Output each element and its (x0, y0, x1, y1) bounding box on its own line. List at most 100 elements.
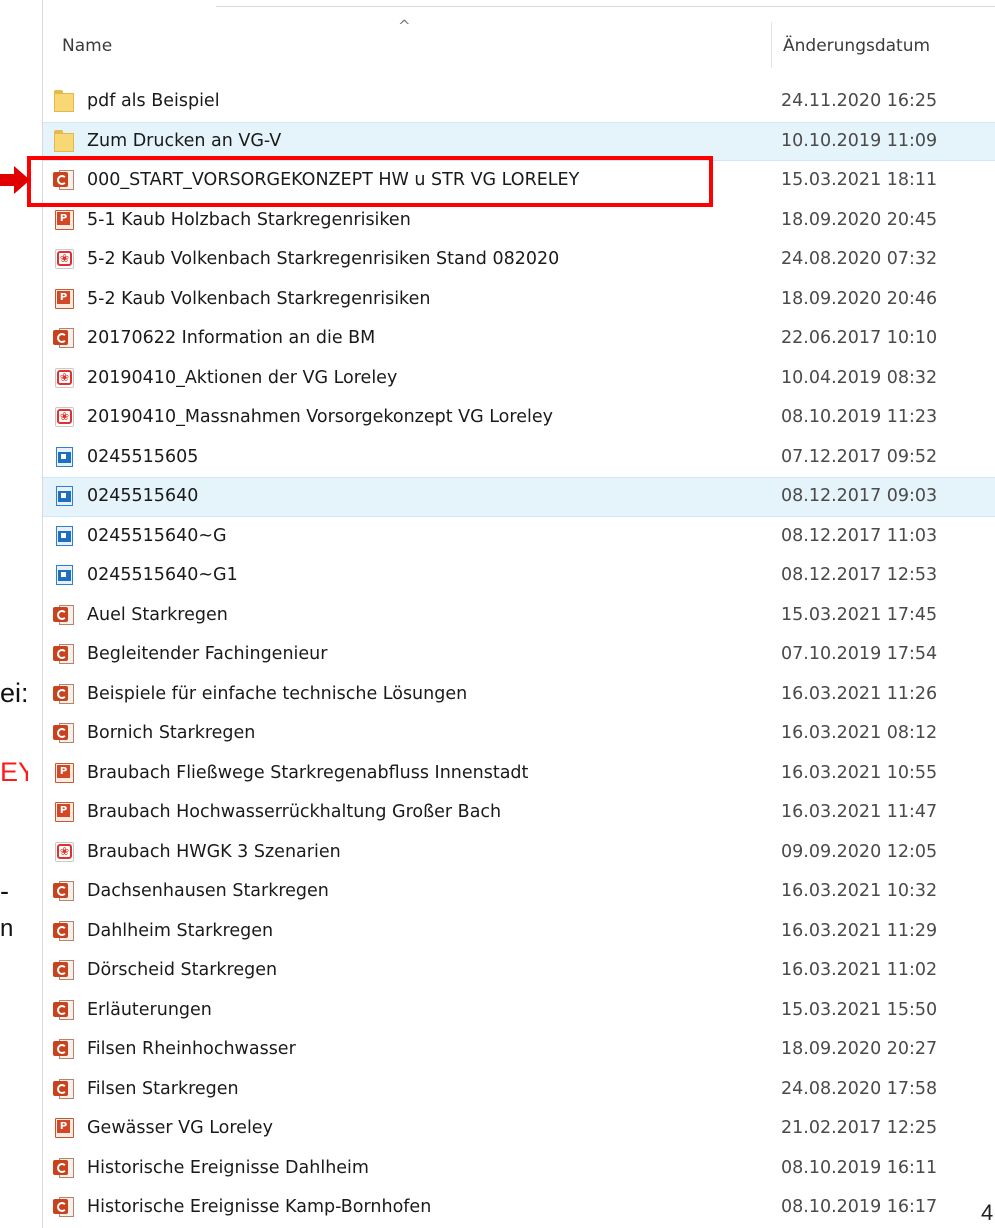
file-name[interactable]: Braubach Hochwasserrückhaltung Großer Ba… (87, 802, 501, 822)
powerpoint-icon: P (53, 801, 75, 823)
file-modified-date: 08.10.2019 16:17 (781, 1197, 938, 1217)
file-row[interactable]: Historische Ereignisse Kamp-Bornhofen 08.… (43, 1188, 995, 1228)
slide-text-fragment: - (0, 876, 9, 906)
file-name[interactable]: 0245515605 (87, 447, 198, 467)
slide-text-fragment: n (0, 915, 14, 942)
file-name[interactable]: Dachsenhausen Starkregen (87, 881, 329, 901)
column-separator[interactable] (771, 22, 772, 68)
file-row[interactable]: P Braubach Hochwasserrückhaltung Großer B… (43, 793, 995, 833)
file-modified-date: 16.03.2021 11:47 (781, 802, 938, 822)
file-name[interactable]: Dörscheid Starkregen (87, 960, 277, 980)
file-row[interactable]: 0245515640 08.12.2017 09:03 (43, 477, 995, 517)
file-name[interactable]: Filsen Rheinhochwasser (87, 1039, 296, 1059)
file-name[interactable]: 20170622 Information an die BM (87, 328, 375, 348)
powerpoint-icon: P (53, 1117, 75, 1139)
file-name[interactable]: 5-2 Kaub Volkenbach Starkregenrisiken St… (87, 249, 559, 269)
file-name[interactable]: Braubach Fließwege Starkregenabfluss Inn… (87, 763, 528, 783)
file-modified-date: 16.03.2021 11:26 (781, 683, 938, 704)
file-row[interactable]: P 5-2 Kaub Volkenbach Starkregenrisiken 18… (43, 280, 995, 320)
file-row[interactable]: Dachsenhausen Starkregen 16.03.2021 10:32 (43, 872, 995, 912)
file-row[interactable]: ❀ 20190410_Massnahmen Vorsorgekonzept VG … (43, 398, 995, 438)
toolbar-divider (216, 6, 995, 7)
file-name[interactable]: 0245515640 (87, 486, 198, 506)
file-name[interactable]: 0245515640~G (87, 526, 227, 546)
file-name[interactable]: Historische Ereignisse Dahlheim (87, 1158, 369, 1178)
file-name[interactable]: Auel Starkregen (87, 605, 228, 625)
pdf-icon: ❀ (53, 841, 75, 863)
file-row[interactable]: Beispiele für einfache technische Lösung… (43, 675, 995, 715)
blue-document-icon (53, 525, 75, 547)
file-row[interactable]: 20170622 Information an die BM 22.06.2017… (43, 319, 995, 359)
file-row[interactable]: Erläuterungen 15.03.2021 15:50 (43, 991, 995, 1031)
file-row[interactable]: Dahlheim Starkregen 16.03.2021 11:29 (43, 912, 995, 952)
powerpoint-icon: P (53, 762, 75, 784)
folder-icon (53, 90, 75, 112)
file-modified-date: 09.09.2020 12:05 (781, 841, 938, 862)
file-name[interactable]: 5-2 Kaub Volkenbach Starkregenrisiken (87, 289, 430, 309)
file-name[interactable]: Gewässer VG Loreley (87, 1118, 273, 1138)
file-row[interactable]: 0245515640~G 08.12.2017 11:03 (43, 517, 995, 557)
powerpoint-show-icon (53, 959, 75, 981)
file-modified-date: 07.12.2017 09:52 (781, 446, 938, 467)
powerpoint-show-icon (53, 1157, 75, 1179)
file-row[interactable]: 0245515605 07.12.2017 09:52 (43, 438, 995, 478)
powerpoint-show-icon (53, 643, 75, 665)
file-row[interactable]: P Gewässer VG Loreley 21.02.2017 12:25 (43, 1109, 995, 1149)
file-row[interactable]: P Braubach Fließwege Starkregenabfluss In… (43, 754, 995, 794)
file-name[interactable]: Braubach HWGK 3 Szenarien (87, 842, 341, 862)
file-name[interactable]: 20190410_Aktionen der VG Loreley (87, 368, 397, 388)
file-modified-date: 08.12.2017 12:53 (781, 565, 938, 585)
file-row[interactable]: ❀ Braubach HWGK 3 Szenarien 09.09.2020 12:… (43, 833, 995, 873)
file-row[interactable]: ❀ 20190410_Aktionen der VG Loreley 10.04.2… (43, 359, 995, 399)
file-name[interactable]: 0245515640~G1 (87, 565, 238, 585)
file-name[interactable]: Begleitender Fachingenieur (87, 644, 327, 664)
file-row[interactable]: ❀ 5-2 Kaub Volkenbach Starkregenrisiken S… (43, 240, 995, 280)
file-modified-date: 24.08.2020 07:32 (781, 249, 938, 269)
column-header-name[interactable]: Name (62, 36, 112, 56)
file-modified-date: 16.03.2021 11:29 (781, 920, 938, 941)
file-row[interactable]: Historische Ereignisse Dahlheim 08.10.201… (43, 1149, 995, 1189)
pdf-icon: ❀ (53, 248, 75, 270)
powerpoint-show-icon (53, 920, 75, 942)
file-modified-date: 15.03.2021 18:11 (781, 170, 938, 190)
file-name[interactable]: Beispiele für einfache technische Lösung… (87, 684, 467, 704)
blue-document-icon (53, 485, 75, 507)
file-modified-date: 08.12.2017 09:03 (781, 486, 938, 506)
powerpoint-show-icon (53, 1196, 75, 1218)
file-modified-date: 22.06.2017 10:10 (781, 328, 938, 348)
powerpoint-show-icon (53, 1038, 75, 1060)
arrow-right-icon (0, 166, 31, 194)
file-name[interactable]: 20190410_Massnahmen Vorsorgekonzept VG L… (87, 407, 553, 427)
file-modified-date: 16.03.2021 11:02 (781, 960, 938, 980)
file-name[interactable]: 5-1 Kaub Holzbach Starkregenrisiken (87, 210, 411, 230)
file-name[interactable]: Historische Ereignisse Kamp-Bornhofen (87, 1197, 431, 1217)
column-header-date[interactable]: Änderungsdatum (783, 36, 930, 56)
file-name[interactable]: Zum Drucken an VG-V (87, 131, 281, 151)
file-row[interactable]: 0245515640~G1 08.12.2017 12:53 (43, 556, 995, 596)
powerpoint-icon: P (53, 288, 75, 310)
file-name[interactable]: Filsen Starkregen (87, 1079, 239, 1099)
powerpoint-show-icon (53, 880, 75, 902)
file-name[interactable]: Erläuterungen (87, 1000, 212, 1020)
powerpoint-show-icon (53, 604, 75, 626)
blue-document-icon (53, 446, 75, 468)
powerpoint-icon: P (53, 209, 75, 231)
file-modified-date: 16.03.2021 10:32 (781, 881, 938, 901)
file-name[interactable]: pdf als Beispiel (87, 91, 220, 111)
pdf-icon: ❀ (53, 367, 75, 389)
file-row[interactable]: pdf als Beispiel 24.11.2020 16:25 (43, 82, 995, 122)
file-row[interactable]: Auel Starkregen 15.03.2021 17:45 (43, 596, 995, 636)
file-row[interactable]: Filsen Starkregen 24.08.2020 17:58 (43, 1070, 995, 1110)
file-modified-date: 07.10.2019 17:54 (781, 644, 938, 664)
file-name[interactable]: Bornich Starkregen (87, 723, 255, 743)
file-row[interactable]: Begleitender Fachingenieur 07.10.2019 17:… (43, 635, 995, 675)
folder-icon (53, 129, 75, 152)
file-row[interactable]: Filsen Rheinhochwasser 18.09.2020 20:27 (43, 1030, 995, 1070)
sort-ascending-icon: ^ (398, 17, 411, 35)
file-row[interactable]: Bornich Starkregen 16.03.2021 08:12 (43, 714, 995, 754)
file-modified-date: 21.02.2017 12:25 (781, 1118, 938, 1138)
file-row[interactable]: Dörscheid Starkregen 16.03.2021 11:02 (43, 951, 995, 991)
file-name[interactable]: Dahlheim Starkregen (87, 921, 273, 941)
file-modified-date: 08.10.2019 16:11 (781, 1157, 938, 1178)
file-modified-date: 08.12.2017 11:03 (781, 525, 938, 546)
